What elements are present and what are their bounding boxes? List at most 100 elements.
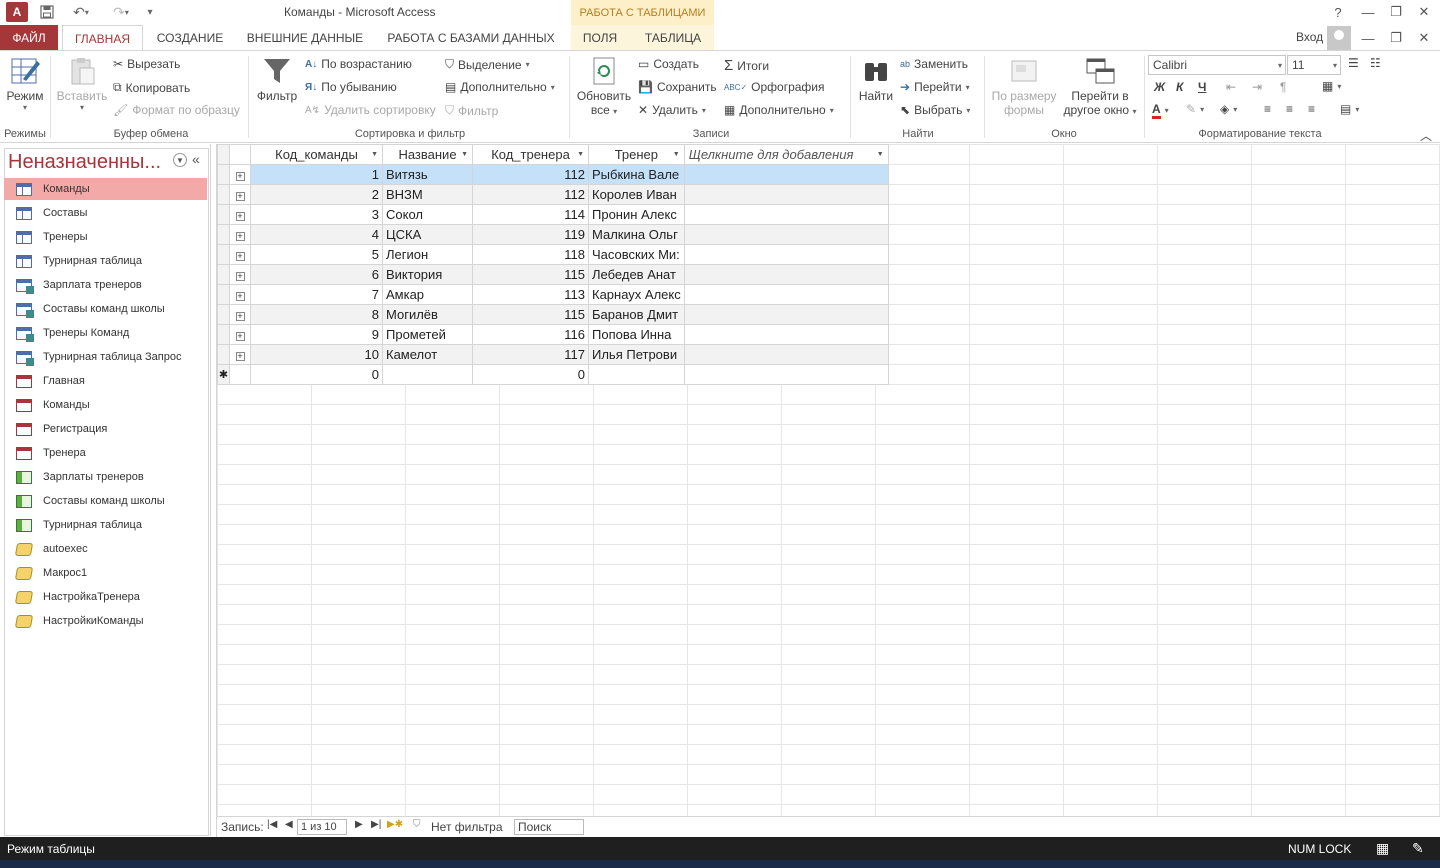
column-menu-icon[interactable]: ▼ xyxy=(877,151,884,158)
table-cell[interactable]: Легион xyxy=(382,244,473,265)
next-record-icon[interactable]: ▶ xyxy=(355,819,363,830)
rtl-button[interactable]: ¶ xyxy=(1280,80,1286,94)
expand-subdatasheet[interactable]: + xyxy=(229,224,251,245)
column-menu-icon[interactable]: ▼ xyxy=(673,151,680,158)
highlight-button[interactable]: ✎ ▾ xyxy=(1186,102,1204,116)
tab-database-tools[interactable]: РАБОТА С БАЗАМИ ДАННЫХ xyxy=(380,25,562,51)
table-row[interactable]: +4 ЦСКА 119 Малкина Ольг xyxy=(217,224,889,245)
nav-item[interactable]: Тренеры Команд xyxy=(4,322,207,344)
add-column-cell[interactable] xyxy=(683,284,889,305)
font-color-button[interactable]: A ▾ xyxy=(1152,102,1169,119)
add-column-cell[interactable] xyxy=(683,244,889,265)
new-record-button[interactable]: ▭ Создать xyxy=(638,57,699,71)
sign-in-link[interactable]: Вход xyxy=(1296,30,1323,44)
tab-external-data[interactable]: ВНЕШНИЕ ДАННЫЕ xyxy=(240,25,370,51)
table-cell[interactable]: Малкина Ольг xyxy=(588,224,685,245)
selection-button[interactable]: ⛉ Выделение ▾ xyxy=(445,57,530,72)
advanced-filter-button[interactable]: ▤ Дополнительно ▾ xyxy=(445,80,555,94)
search-input[interactable]: Поиск xyxy=(514,819,584,835)
design-view-icon[interactable]: ✎ xyxy=(1412,840,1424,857)
font-name-select[interactable]: Calibri ▾ xyxy=(1148,55,1286,75)
nav-item[interactable]: НастройкаТренера xyxy=(4,586,207,608)
table-cell[interactable]: Виктория xyxy=(382,264,473,285)
bold-button[interactable]: Ж xyxy=(1154,80,1165,94)
row-selector[interactable] xyxy=(217,344,230,365)
table-cell[interactable] xyxy=(382,364,473,385)
nav-collapse-icon[interactable]: « xyxy=(192,151,200,167)
nav-item[interactable]: Тренера xyxy=(4,442,207,464)
expand-subdatasheet[interactable]: + xyxy=(229,204,251,225)
save-icon[interactable] xyxy=(38,2,56,22)
tab-fields[interactable]: ПОЛЯ xyxy=(574,25,626,51)
column-menu-icon[interactable]: ▼ xyxy=(461,151,468,158)
expand-subdatasheet[interactable]: + xyxy=(229,184,251,205)
sort-ascending-button[interactable]: A↓ По возрастанию xyxy=(305,57,412,71)
alt-row-color-button[interactable]: ▤ ▾ xyxy=(1340,102,1359,116)
add-column-cell[interactable] xyxy=(683,164,889,185)
filter-status-button[interactable]: Нет фильтра xyxy=(431,820,503,834)
totals-button[interactable]: Σ Итоги xyxy=(724,57,769,74)
underline-button[interactable]: Ч xyxy=(1198,80,1206,94)
table-cell[interactable]: 115 xyxy=(472,264,589,285)
nav-item[interactable]: Зарплаты тренеров xyxy=(4,466,207,488)
minimize-button[interactable]: — xyxy=(1357,3,1379,21)
expand-plus-icon[interactable]: + xyxy=(235,332,245,341)
row-selector[interactable] xyxy=(217,184,230,205)
sort-descending-button[interactable]: Я↓ По убыванию xyxy=(305,80,397,94)
expand-plus-icon[interactable]: + xyxy=(235,192,245,201)
nav-item[interactable]: Составы команд школы xyxy=(4,298,207,320)
expand-plus-icon[interactable]: + xyxy=(235,352,245,361)
nav-item[interactable]: Команды xyxy=(4,178,207,200)
copy-button[interactable]: ⧉ Копировать xyxy=(113,80,190,95)
row-selector[interactable]: ✱ xyxy=(217,364,230,385)
decrease-indent-button[interactable]: ⇤ xyxy=(1226,80,1236,94)
column-menu-icon[interactable]: ▼ xyxy=(577,151,584,158)
expand-subdatasheet[interactable]: + xyxy=(229,164,251,185)
redo-icon[interactable]: ↷ ▾ xyxy=(106,2,136,22)
table-cell[interactable]: Амкар xyxy=(382,284,473,305)
more-records-button[interactable]: ▦ Дополнительно ▾ xyxy=(724,103,834,117)
nav-item[interactable]: Турнирная таблица xyxy=(4,250,207,272)
nav-item[interactable]: Составы команд школы xyxy=(4,490,207,512)
row-selector[interactable] xyxy=(217,164,230,185)
row-selector[interactable] xyxy=(217,244,230,265)
nav-item[interactable]: Регистрация xyxy=(4,418,207,440)
increase-indent-button[interactable]: ⇥ xyxy=(1252,80,1262,94)
nav-menu-chevron-down-icon[interactable]: ▼ xyxy=(173,153,187,167)
add-column-cell[interactable] xyxy=(683,344,889,365)
size-to-fit-button[interactable]: По размеру формы xyxy=(988,55,1060,117)
row-selector[interactable] xyxy=(217,324,230,345)
expand-subdatasheet[interactable]: + xyxy=(229,244,251,265)
collapse-ribbon-button[interactable]: ︿ xyxy=(1420,127,1432,144)
table-cell[interactable]: Лебедев Анат xyxy=(588,264,685,285)
view-mode-button[interactable]: Режим ▾ xyxy=(4,55,46,112)
find-button[interactable]: Найти xyxy=(856,55,896,103)
table-cell[interactable]: Карнаух Алекс xyxy=(588,284,685,305)
delete-record-button[interactable]: ✕ Удалить ▾ xyxy=(638,103,706,117)
save-record-button[interactable]: 💾 Сохранить xyxy=(638,80,717,94)
add-column-cell[interactable] xyxy=(683,184,889,205)
table-cell[interactable]: 112 xyxy=(472,164,589,185)
toggle-filter-button[interactable]: ⛉ Фильтр xyxy=(445,103,498,118)
add-column-header[interactable]: Щелкните для добавления ▼ xyxy=(683,144,889,165)
table-row[interactable]: +9 Прометей 116 Попова Инна xyxy=(217,324,889,345)
table-cell[interactable] xyxy=(588,364,685,385)
table-cell[interactable]: Королев Иван xyxy=(588,184,685,205)
table-cell[interactable]: 1 xyxy=(250,164,383,185)
table-cell[interactable]: 117 xyxy=(472,344,589,365)
nav-item[interactable]: Главная xyxy=(4,370,207,392)
table-cell[interactable]: Камелот xyxy=(382,344,473,365)
column-header[interactable]: Название ▼ xyxy=(382,144,473,165)
refresh-all-button[interactable]: Обновить все ▾ xyxy=(574,55,634,117)
column-menu-icon[interactable]: ▼ xyxy=(371,151,378,158)
add-column-cell[interactable] xyxy=(683,264,889,285)
row-selector[interactable] xyxy=(217,204,230,225)
column-header[interactable]: Код_тренера ▼ xyxy=(472,144,589,165)
table-row[interactable]: +5 Легион 118 Часовских Ми: xyxy=(217,244,889,265)
avatar[interactable] xyxy=(1327,26,1351,50)
table-cell[interactable]: 9 xyxy=(250,324,383,345)
help-button[interactable]: ? xyxy=(1327,3,1349,21)
table-cell[interactable]: Могилёв xyxy=(382,304,473,325)
table-cell[interactable]: 115 xyxy=(472,304,589,325)
add-column-cell[interactable] xyxy=(683,324,889,345)
